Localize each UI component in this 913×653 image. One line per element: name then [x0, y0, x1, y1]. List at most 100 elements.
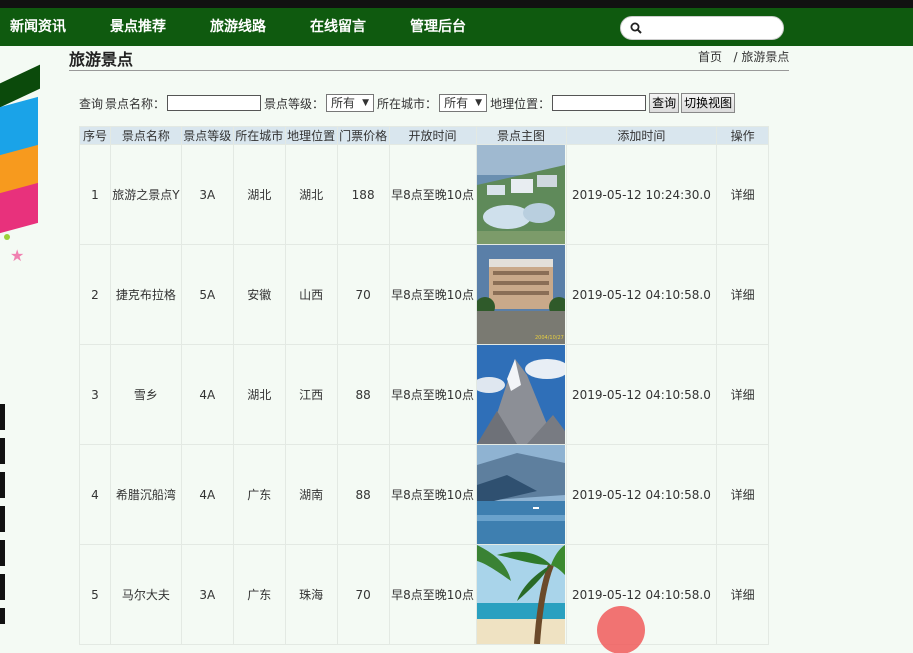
cell-location: 江西 — [284, 344, 338, 445]
name-filter-input[interactable] — [167, 95, 262, 111]
lake-photo[interactable] — [477, 445, 566, 544]
filter-bar: 查询 景点名称： 景点等级： 所有 ▼ 所在城市： 所有 ▼ 地理位置： 查询 … — [79, 92, 737, 114]
cell-price: 70 — [336, 544, 390, 645]
table-row: 4 希腊沉船湾 4A 广东 湖南 88 早8点至晚10点 2019-05-12 … — [79, 444, 769, 545]
header-price: 门票价格 — [336, 126, 390, 145]
cell-no: 5 — [79, 544, 111, 645]
dropdown-arrow-icon: ▼ — [362, 98, 370, 108]
title-divider — [69, 70, 789, 71]
cell-name: 捷克布拉格 — [109, 244, 182, 345]
left-decorative-banner: ★ — [0, 46, 45, 653]
dropdown-arrow-icon: ▼ — [475, 98, 483, 108]
snow-mountain-photo[interactable] — [477, 345, 566, 444]
header-hours: 开放时间 — [388, 126, 477, 145]
cell-added: 2019-05-12 10:24:30.0 — [565, 144, 718, 245]
city-aerial-photo[interactable] — [477, 145, 566, 244]
location-filter-input[interactable] — [552, 95, 647, 111]
cell-added: 2019-05-12 04:10:58.0 — [565, 444, 718, 545]
cell-image — [475, 544, 567, 645]
nav-item-admin[interactable]: 管理后台 — [410, 8, 466, 46]
cell-city: 湖北 — [232, 344, 286, 445]
cell-name: 旅游之景点Y — [109, 144, 182, 245]
table-row: 2 捷克布拉格 5A 安徽 山西 70 早8点至晚10点 2004/10/27 — [79, 244, 769, 345]
header-action: 操作 — [716, 126, 769, 145]
page-title: 旅游景点 — [69, 50, 134, 69]
city-filter-select[interactable]: 所有 ▼ — [439, 94, 488, 112]
header-location: 地理位置 — [284, 126, 338, 145]
cell-action: 详细 — [716, 244, 769, 345]
header-no: 序号 — [79, 126, 111, 145]
cell-name: 马尔大夫 — [109, 544, 182, 645]
search-icon[interactable] — [630, 22, 642, 34]
level-filter-label: 景点等级： — [264, 96, 325, 111]
cell-action: 详细 — [716, 344, 769, 445]
cell-location: 湖北 — [284, 144, 338, 245]
detail-link[interactable]: 详细 — [731, 288, 755, 302]
cell-level: 4A — [180, 444, 234, 545]
cell-city: 湖北 — [232, 144, 286, 245]
name-filter-label: 景点名称： — [105, 96, 166, 111]
building-photo[interactable]: 2004/10/27 — [477, 245, 566, 344]
cell-action: 详细 — [716, 144, 769, 245]
query-label: 查询 — [79, 96, 104, 111]
level-filter-select[interactable]: 所有 ▼ — [326, 94, 375, 112]
attractions-table: 序号 景点名称 景点等级 所在城市 地理位置 门票价格 开放时间 景点主图 添加… — [79, 126, 769, 645]
cell-location: 山西 — [284, 244, 338, 345]
city-filter-label: 所在城市： — [377, 96, 438, 111]
nav-search-input[interactable] — [649, 20, 777, 36]
search-button[interactable]: 查询 — [649, 93, 680, 113]
palm-beach-photo[interactable] — [477, 545, 566, 644]
switch-view-button[interactable]: 切换视图 — [681, 93, 736, 113]
cell-hours: 早8点至晚10点 — [388, 144, 477, 245]
cell-hours: 早8点至晚10点 — [388, 444, 477, 545]
cell-action: 详细 — [716, 544, 769, 645]
cell-image — [475, 344, 567, 445]
cell-location: 珠海 — [284, 544, 338, 645]
breadcrumb-separator: / — [733, 50, 738, 64]
cell-city: 安徽 — [232, 244, 286, 345]
table-row: 3 雪乡 4A 湖北 江西 88 早8点至晚10点 2019-05-12 04:… — [79, 344, 769, 445]
cell-name: 希腊沉船湾 — [109, 444, 182, 545]
detail-link[interactable]: 详细 — [731, 588, 755, 602]
cell-added: 2019-05-12 04:10:58.0 — [565, 244, 718, 345]
cell-no: 3 — [79, 344, 111, 445]
breadcrumb: 首页 / 旅游景点 — [698, 48, 789, 65]
level-filter-value: 所有 — [331, 96, 356, 110]
cell-image — [475, 444, 567, 545]
header-city: 所在城市 — [232, 126, 286, 145]
cell-level: 3A — [180, 144, 234, 245]
header-level: 景点等级 — [180, 126, 234, 145]
star-icon: ★ — [10, 246, 25, 265]
cell-hours: 早8点至晚10点 — [388, 544, 477, 645]
cell-image — [475, 144, 567, 245]
detail-link[interactable]: 详细 — [731, 488, 755, 502]
nav-item-messages[interactable]: 在线留言 — [310, 8, 366, 46]
detail-link[interactable]: 详细 — [731, 188, 755, 202]
nav-item-attractions[interactable]: 景点推荐 — [110, 8, 166, 46]
cell-no: 1 — [79, 144, 111, 245]
top-nav: 新闻资讯 景点推荐 旅游线路 在线留言 管理后台 — [0, 8, 913, 46]
city-filter-value: 所有 — [444, 96, 469, 110]
cell-price: 188 — [336, 144, 390, 245]
cell-level: 4A — [180, 344, 234, 445]
cell-hours: 早8点至晚10点 — [388, 244, 477, 345]
cell-price: 88 — [336, 444, 390, 545]
cell-hours: 早8点至晚10点 — [388, 344, 477, 445]
nav-item-routes[interactable]: 旅游线路 — [210, 8, 266, 46]
table-row: 5 马尔大夫 3A 广东 珠海 70 早8点至晚10点 2019-05-12 0… — [79, 544, 769, 645]
header-name: 景点名称 — [109, 126, 182, 145]
nav-search-box[interactable] — [620, 16, 784, 40]
cell-image: 2004/10/27 — [475, 244, 567, 345]
breadcrumb-home-link[interactable]: 首页 — [698, 50, 722, 64]
cell-level: 3A — [180, 544, 234, 645]
photo-date-stamp: 2004/10/27 — [535, 335, 564, 341]
table-row: 1 旅游之景点Y 3A 湖北 湖北 188 早8点至晚10点 2019-05-1… — [79, 144, 769, 245]
table-header-row: 序号 景点名称 景点等级 所在城市 地理位置 门票价格 开放时间 景点主图 添加… — [79, 126, 769, 145]
click-indicator — [597, 606, 645, 653]
detail-link[interactable]: 详细 — [731, 388, 755, 402]
cell-price: 88 — [336, 344, 390, 445]
nav-item-news[interactable]: 新闻资讯 — [10, 8, 66, 46]
location-filter-label: 地理位置： — [490, 96, 551, 111]
cell-name: 雪乡 — [109, 344, 182, 445]
breadcrumb-current[interactable]: 旅游景点 — [741, 50, 789, 64]
